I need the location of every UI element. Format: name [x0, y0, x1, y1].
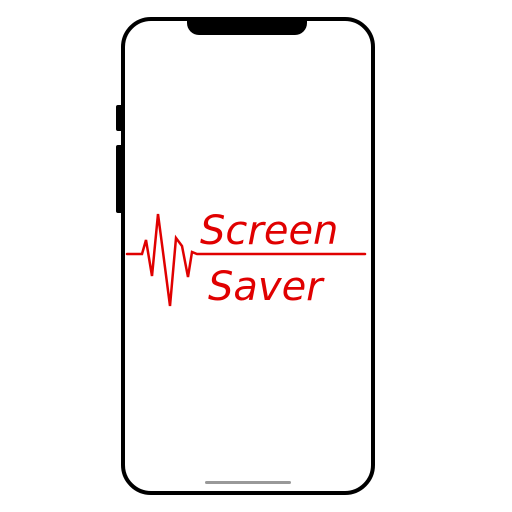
home-indicator	[205, 481, 291, 484]
screen-saver-logo: Screen Saver	[125, 208, 367, 310]
logo-line-saver: Saver	[208, 264, 325, 310]
canvas: Screen Saver	[0, 0, 512, 512]
logo-line-screen: Screen	[200, 208, 338, 254]
